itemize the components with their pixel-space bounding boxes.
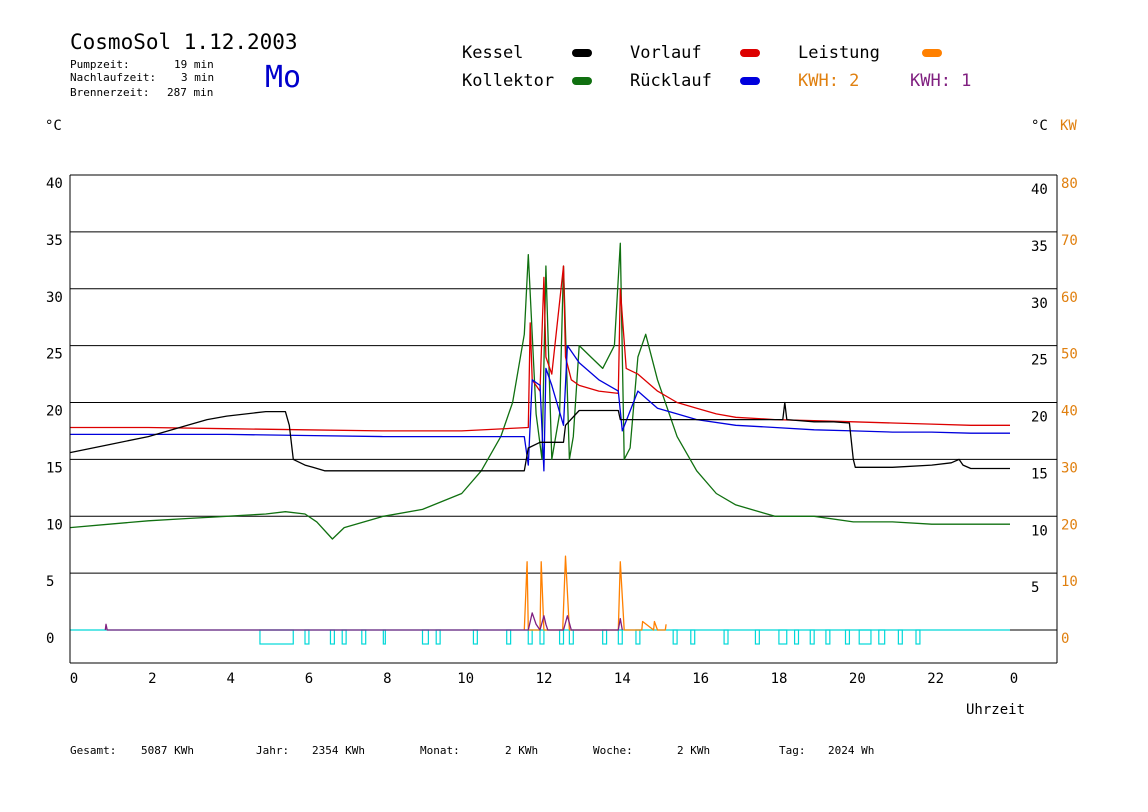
- series-r-cklauf: [70, 344, 1010, 472]
- pump-pulse: [825, 629, 831, 645]
- footer-monat-label: Monat:: [420, 744, 460, 757]
- pump-pulse: [558, 629, 565, 645]
- y-tick-label-right-kw: 80: [1061, 176, 1078, 192]
- x-tick-label: 4: [226, 671, 234, 687]
- y-tick-label-right-kw: 0: [1061, 631, 1069, 647]
- y-tick-label-right-kw: 40: [1061, 404, 1078, 420]
- pump-pulse: [527, 629, 533, 645]
- x-tick-label: 2: [148, 671, 156, 687]
- y-tick-label-left: 15: [46, 460, 63, 476]
- x-tick-label: 16: [692, 671, 709, 687]
- pump-pulse: [382, 629, 386, 645]
- pump-pulse: [897, 629, 903, 645]
- y-tick-label-right-kw: 30: [1061, 460, 1078, 476]
- x-tick-label: 14: [614, 671, 631, 687]
- y-tick-label-right-c: 25: [1031, 353, 1048, 369]
- pump-pulse: [844, 629, 851, 645]
- y-tick-label-right-c: 30: [1031, 296, 1048, 312]
- x-tick-label: 18: [771, 671, 788, 687]
- series-kessel: [69, 401, 1010, 472]
- y-tick-label-left: 35: [46, 233, 63, 249]
- y-tick-label-right-c: 10: [1031, 523, 1048, 539]
- pump-pulse: [858, 629, 872, 645]
- footer-tag-value: 2024 Wh: [828, 744, 875, 757]
- y-tick-label-right-c: 40: [1031, 182, 1048, 198]
- pump-pulse: [878, 629, 886, 645]
- footer-woche-value: 2 KWh: [677, 744, 711, 757]
- y-tick-label-right-c: 20: [1031, 410, 1048, 426]
- pump-pulse: [421, 629, 429, 645]
- pump-pulse: [690, 629, 696, 645]
- x-tick-label: 10: [457, 671, 474, 687]
- pump-pulse: [361, 629, 367, 645]
- footer-jahr-label: Jahr:: [256, 744, 290, 757]
- y-tick-label-left: 10: [46, 517, 63, 533]
- x-tick-label: 0: [1010, 671, 1018, 687]
- y-tick-label-right-c: 15: [1031, 466, 1048, 482]
- x-tick-label: 22: [927, 671, 944, 687]
- footer-gesamt-label: Gesamt:: [70, 744, 117, 757]
- pump-pulse: [539, 629, 545, 645]
- pump-pulse: [472, 629, 478, 645]
- y-tick-label-right-c: 35: [1031, 239, 1048, 255]
- pump-pulse: [809, 629, 815, 645]
- pump-pulse: [778, 629, 788, 645]
- pump-pulse: [304, 629, 310, 645]
- pump-pulse: [259, 629, 294, 645]
- pump-pulse: [617, 629, 623, 645]
- pump-pulse: [672, 629, 678, 645]
- footer-monat-value: 2 KWh: [505, 744, 539, 757]
- y-tick-label-right-kw: 50: [1061, 347, 1078, 363]
- y-tick-label-left: 25: [46, 347, 63, 363]
- y-tick-label-right-c: 5: [1031, 580, 1039, 596]
- series-kwh-1: [104, 612, 623, 631]
- pump-pulse: [793, 629, 800, 645]
- pump-pulse: [635, 629, 641, 645]
- x-tick-label: 20: [849, 671, 866, 687]
- y-tick-label-right-kw: 20: [1061, 517, 1078, 533]
- x-tick-label: 12: [536, 671, 553, 687]
- y-tick-label-right-kw: 10: [1061, 574, 1078, 590]
- x-axis-label: Uhrzeit: [966, 702, 1026, 718]
- footer-gesamt-value: 5087 KWh: [141, 744, 194, 757]
- pump-pulse: [602, 629, 608, 645]
- series-leistung: [523, 555, 667, 631]
- x-tick-label: 0: [70, 671, 78, 687]
- y-tick-label-left: 0: [46, 631, 54, 647]
- y-tick-label-right-kw: 60: [1061, 290, 1078, 306]
- y-tick-label-left: 40: [46, 176, 63, 192]
- pump-pulse: [341, 629, 347, 645]
- footer-tag-label: Tag:: [779, 744, 806, 757]
- pump-pulse: [435, 629, 441, 645]
- pump-pulse: [329, 629, 335, 645]
- footer-woche-label: Woche:: [593, 744, 633, 757]
- pump-pulse: [723, 629, 729, 645]
- y-tick-label-right-kw: 70: [1061, 233, 1078, 249]
- series-vorlauf: [70, 265, 1010, 432]
- temperature-chart: 4035302520151050403530252015105807060504…: [46, 174, 1078, 687]
- pump-pulse: [915, 629, 921, 645]
- y-tick-label-left: 20: [46, 404, 63, 420]
- x-tick-label: 6: [305, 671, 313, 687]
- x-tick-label: 8: [383, 671, 391, 687]
- pump-pulse: [568, 629, 574, 645]
- y-tick-label-left: 5: [46, 574, 54, 590]
- y-tick-label-left: 30: [46, 290, 63, 306]
- footer-jahr-value: 2354 KWh: [312, 744, 365, 757]
- pump-pulse: [506, 629, 512, 645]
- pump-pulse: [754, 629, 760, 645]
